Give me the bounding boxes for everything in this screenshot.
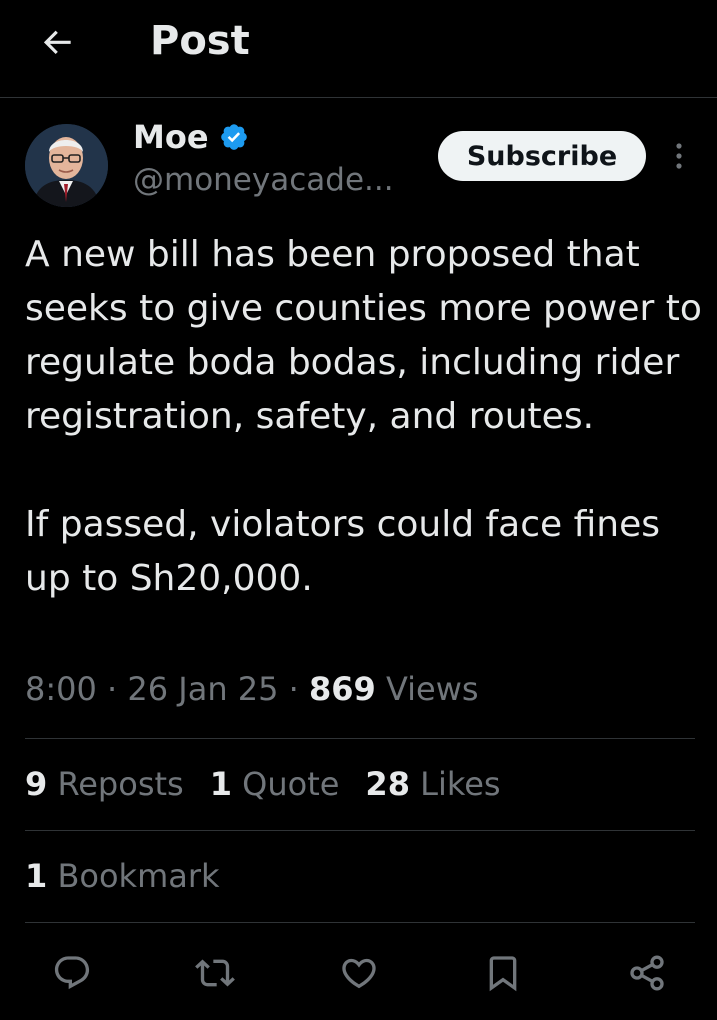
subscribe-button[interactable]: Subscribe	[438, 131, 646, 181]
page-title: Post	[150, 18, 250, 64]
likes-count: 28	[365, 765, 410, 803]
likes-label: Likes	[420, 765, 501, 803]
post-time: 8:00	[25, 670, 97, 708]
divider	[25, 922, 695, 923]
share-button[interactable]	[620, 946, 674, 1000]
post-paragraph: A new bill has been proposed that seeks …	[25, 234, 702, 437]
author-name: Moe	[133, 118, 209, 156]
repost-button[interactable]	[188, 946, 242, 1000]
author-name-row[interactable]: Moe	[133, 118, 249, 156]
bookmark-icon	[489, 956, 517, 992]
divider	[25, 738, 695, 739]
bookmarks-label: Bookmark	[57, 857, 220, 895]
reply-button[interactable]	[45, 946, 99, 1000]
meta-separator: ·	[288, 670, 299, 708]
post-date: 26 Jan 25	[127, 670, 279, 708]
more-options-button[interactable]	[664, 138, 694, 174]
bookmarks-stat[interactable]: 1 Bookmark	[25, 857, 220, 895]
top-bar: Post	[0, 0, 717, 98]
repost-icon	[195, 959, 235, 987]
author-handle[interactable]: @moneyacade...	[133, 162, 394, 198]
reposts-stat[interactable]: 9 Reposts	[25, 765, 184, 803]
arrow-left-icon	[43, 30, 71, 55]
more-vertical-icon	[676, 143, 682, 169]
reply-icon	[54, 956, 90, 990]
quotes-stat[interactable]: 1 Quote	[210, 765, 340, 803]
post-text: A new bill has been proposed that seeks …	[25, 228, 705, 606]
avatar[interactable]	[25, 124, 108, 207]
post-paragraph: If passed, violators could face fines up…	[25, 504, 661, 599]
reposts-label: Reposts	[57, 765, 184, 803]
bookmarks-count: 1	[25, 857, 48, 895]
post-meta: 8:00 · 26 Jan 25 · 869 Views	[25, 670, 479, 708]
back-button[interactable]	[36, 20, 80, 64]
like-button[interactable]	[332, 946, 386, 1000]
action-bar	[0, 946, 717, 1000]
divider	[25, 830, 695, 831]
share-icon	[630, 955, 664, 991]
engagement-stats: 9 Reposts 1 Quote 28 Likes	[25, 765, 501, 803]
verified-badge-icon	[219, 122, 249, 152]
meta-separator: ·	[107, 670, 118, 708]
quotes-count: 1	[209, 765, 232, 803]
like-icon	[342, 958, 376, 989]
views-label: Views	[385, 670, 479, 708]
bookmark-button[interactable]	[476, 946, 530, 1000]
views-count: 869	[309, 670, 376, 708]
quotes-label: Quote	[242, 765, 340, 803]
likes-stat[interactable]: 28 Likes	[365, 765, 500, 803]
reposts-count: 9	[25, 765, 48, 803]
